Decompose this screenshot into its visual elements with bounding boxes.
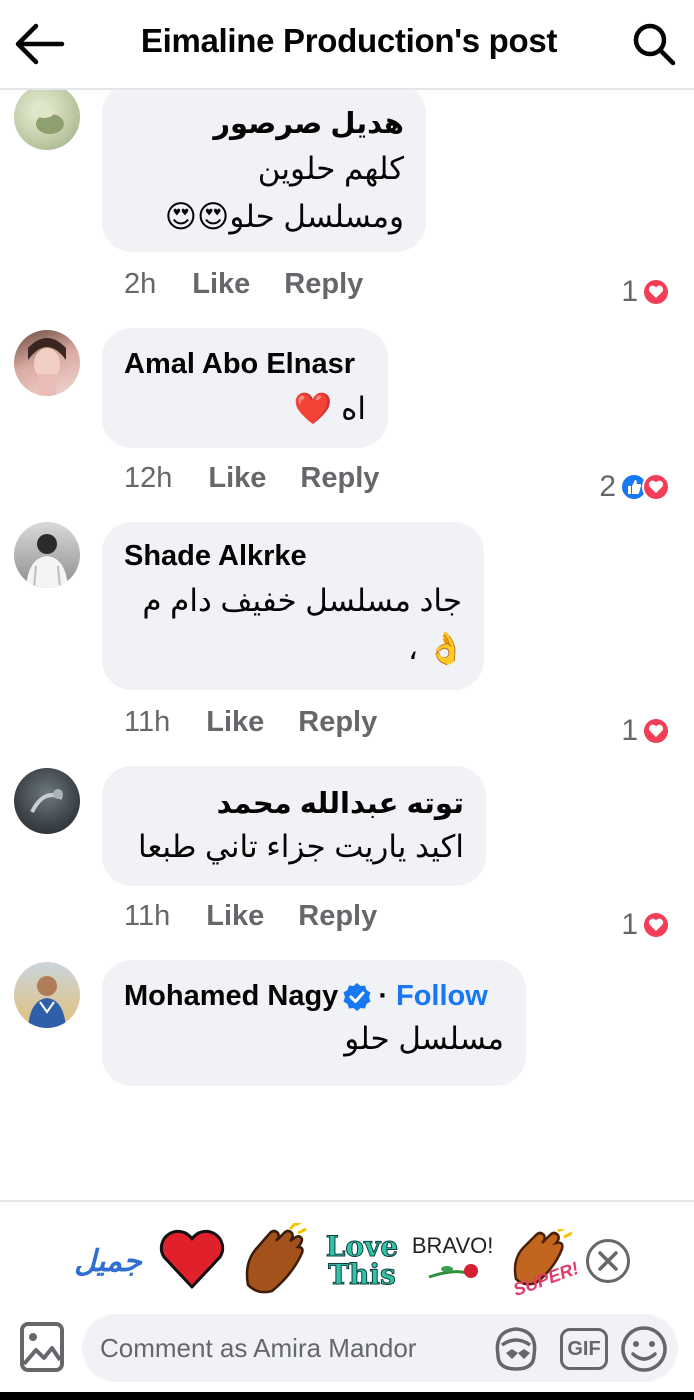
comment-author[interactable]: Mohamed Nagy bbox=[124, 980, 338, 1013]
reaction-count: 1 bbox=[621, 275, 638, 308]
comment-text-line: اه ❤️ bbox=[293, 391, 366, 426]
reaction-count: 1 bbox=[621, 908, 638, 941]
top-bar: Eimaline Production's post bbox=[0, 0, 694, 90]
comment-time: 12h bbox=[124, 462, 173, 494]
reply-button[interactable]: Reply bbox=[284, 268, 363, 301]
avatar-sticker-icon[interactable] bbox=[490, 1324, 542, 1374]
comment-actions: 2h Like Reply bbox=[124, 268, 397, 301]
comment-bubble[interactable]: Amal Abo Elnasr اه ❤️ bbox=[102, 328, 388, 448]
follow-button[interactable]: Follow bbox=[396, 980, 488, 1013]
comment-bubble[interactable]: Mohamed Nagy · Follow مسلسل حلو bbox=[102, 960, 526, 1086]
sticker-clap[interactable] bbox=[237, 1219, 313, 1301]
comment-text-line: ومسلسل حلو😍😍 bbox=[164, 199, 404, 235]
heart-icon bbox=[159, 1229, 225, 1294]
comment-bubble[interactable]: توته عبدالله محمد اكيد ياريت جزاء تاني ط… bbox=[102, 766, 486, 886]
clapping-hands-icon bbox=[240, 1219, 310, 1300]
love-reaction-icon bbox=[642, 278, 670, 306]
reaction-count: 1 bbox=[621, 714, 638, 747]
love-reaction-icon bbox=[642, 911, 670, 939]
comment-time: 2h bbox=[124, 268, 157, 300]
comment-actions: 12h Like Reply bbox=[124, 462, 413, 495]
sticker-super[interactable]: SUPER! bbox=[504, 1221, 581, 1301]
gif-icon[interactable]: GIF bbox=[560, 1328, 608, 1370]
comment-author[interactable]: هديل صرصور bbox=[124, 106, 404, 141]
comment-text-line: ، 👌 bbox=[408, 631, 466, 667]
page-title: Eimaline Production's post bbox=[140, 22, 558, 59]
avatar[interactable] bbox=[14, 962, 80, 1028]
sticker-bravo[interactable]: BRAVO! bbox=[411, 1221, 495, 1301]
reaction-summary[interactable]: 1 bbox=[621, 908, 670, 942]
comment-time: 11h bbox=[124, 900, 171, 932]
avatar[interactable] bbox=[14, 84, 80, 150]
reaction-count: 2 bbox=[599, 470, 616, 503]
like-button[interactable]: Like bbox=[208, 462, 266, 495]
sticker-jameel[interactable]: جميل bbox=[70, 1221, 146, 1301]
sticker-label: Love This bbox=[325, 1230, 399, 1291]
comment-author[interactable]: Shade Alkrke bbox=[124, 540, 462, 573]
separator-dot: · bbox=[378, 980, 388, 1012]
sticker-tray: جميل Love This BRAVO! SUPER! bbox=[70, 1216, 630, 1306]
love-reaction-icon bbox=[642, 473, 670, 501]
reply-button[interactable]: Reply bbox=[298, 706, 377, 739]
search-icon[interactable] bbox=[626, 18, 682, 70]
reply-button[interactable]: Reply bbox=[300, 462, 379, 495]
comment-author-row: Mohamed Nagy · Follow bbox=[124, 980, 504, 1013]
comment-actions: 11h Like Reply bbox=[124, 706, 411, 739]
comment-input[interactable] bbox=[100, 1332, 480, 1364]
reply-button[interactable]: Reply bbox=[298, 900, 377, 933]
like-button[interactable]: Like bbox=[206, 900, 264, 933]
sticker-love-this[interactable]: Love This bbox=[323, 1221, 401, 1301]
close-icon[interactable] bbox=[585, 1239, 630, 1283]
like-button[interactable]: Like bbox=[206, 706, 264, 739]
avatar[interactable] bbox=[14, 330, 80, 396]
photo-icon[interactable] bbox=[18, 1320, 66, 1374]
verified-badge-icon bbox=[342, 982, 372, 1012]
comment-text-line: مسلسل حلو bbox=[344, 1021, 504, 1056]
comment-time: 11h bbox=[124, 706, 171, 738]
comment-input-container: GIF bbox=[82, 1314, 678, 1382]
comment-text-line: جاد مسلسل خفيف دام م bbox=[142, 583, 462, 618]
comment-text-line: اكيد ياريت جزاء تاني طبعا bbox=[138, 829, 464, 864]
avatar[interactable] bbox=[14, 768, 80, 834]
sticker-label: BRAVO! bbox=[411, 1232, 494, 1258]
comment-composer: جميل Love This BRAVO! SUPER! Comment as … bbox=[0, 1200, 694, 1400]
comment-author[interactable]: توته عبدالله محمد bbox=[124, 786, 464, 821]
system-nav-bar bbox=[0, 1392, 694, 1400]
comment-text-line: كلهم حلوين bbox=[257, 151, 404, 186]
sticker-heart[interactable] bbox=[156, 1221, 228, 1301]
sticker-label: جميل bbox=[74, 1244, 142, 1278]
comment-author[interactable]: Amal Abo Elnasr bbox=[124, 348, 366, 381]
like-button[interactable]: Like bbox=[192, 268, 250, 301]
rose-icon bbox=[423, 1259, 483, 1290]
reaction-summary[interactable]: 1 bbox=[621, 275, 670, 309]
avatar[interactable] bbox=[14, 522, 80, 588]
reaction-summary[interactable]: 1 bbox=[621, 714, 670, 748]
comment-bubble[interactable]: هديل صرصور كلهم حلوين ومسلسل حلو😍😍 bbox=[102, 84, 426, 252]
emoji-icon[interactable] bbox=[618, 1324, 670, 1374]
comment-actions: 11h Like Reply bbox=[124, 900, 411, 933]
comment-bubble[interactable]: Shade Alkrke جاد مسلسل خفيف دام م ، 👌 bbox=[102, 522, 484, 690]
love-reaction-icon bbox=[642, 717, 670, 745]
reaction-summary[interactable]: 2 bbox=[599, 470, 670, 504]
